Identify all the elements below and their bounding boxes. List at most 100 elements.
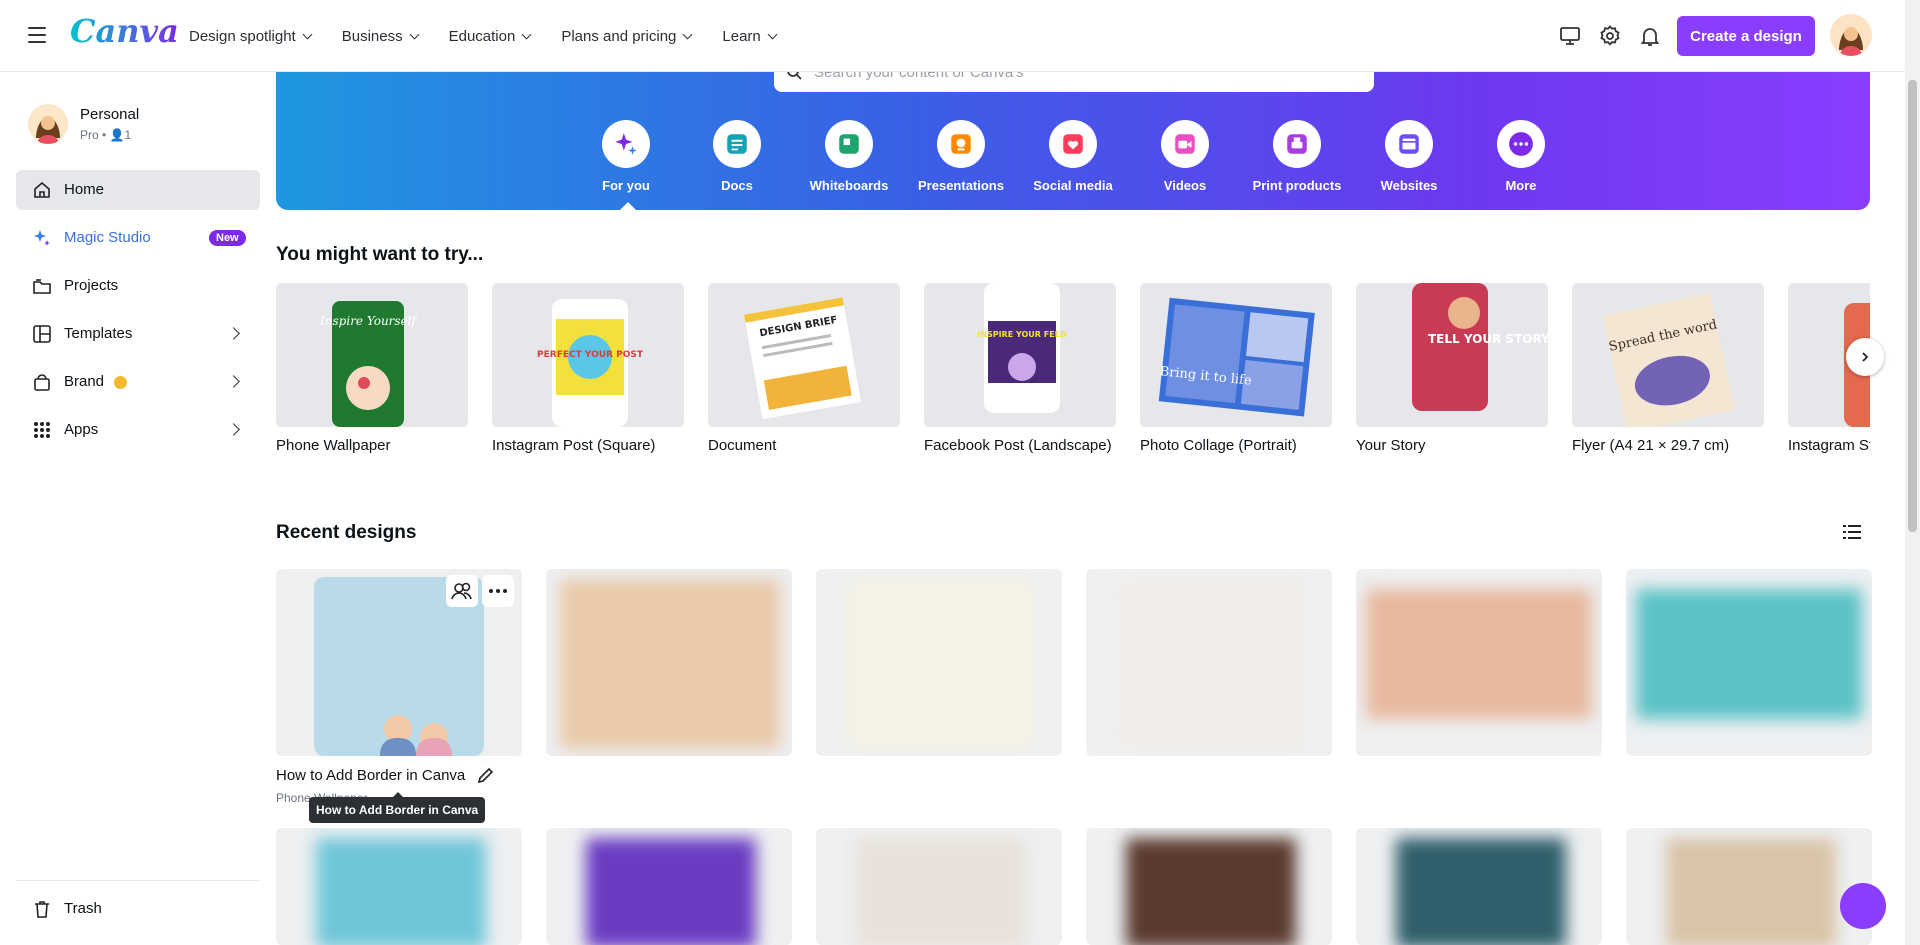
category-for-you[interactable]: For you	[570, 120, 682, 210]
carousel-next-button[interactable]	[1846, 338, 1884, 376]
account-avatar[interactable]	[28, 104, 68, 144]
printer-icon	[1287, 134, 1307, 154]
category-label: More	[1505, 178, 1537, 193]
try-card-flyer[interactable]: Spread the word Flyer (A4 21 × 29.7 cm)	[1572, 283, 1764, 454]
try-section-title: You might want to try...	[276, 244, 484, 265]
sidebar-item-brand[interactable]: Brand	[16, 362, 260, 402]
category-circle	[713, 120, 761, 168]
try-label: Document	[708, 437, 777, 454]
try-card-photo-collage[interactable]: Bring it to life Photo Collage (Portrait…	[1140, 283, 1332, 454]
recent-design-card[interactable]	[1626, 828, 1872, 945]
folder-icon	[33, 279, 51, 294]
recent-thumbnail	[546, 569, 792, 756]
category-whiteboards[interactable]: Whiteboards	[793, 120, 905, 193]
chevron-right-icon[interactable]	[227, 375, 240, 388]
home-icon	[34, 181, 50, 198]
category-circle	[1273, 120, 1321, 168]
sidebar-item-projects[interactable]: Projects	[16, 266, 260, 306]
category-videos[interactable]: Videos	[1129, 120, 1241, 193]
chevron-down-icon	[302, 29, 313, 39]
category-circle	[602, 120, 650, 168]
canva-logo[interactable]: Canva	[70, 12, 179, 50]
desktop-app-icon[interactable]	[1558, 24, 1582, 48]
menu-icon[interactable]	[26, 24, 48, 46]
sidebar-item-label: Magic Studio	[64, 229, 151, 246]
pencil-icon[interactable]	[476, 767, 494, 785]
more-dots-icon	[1509, 132, 1533, 156]
nav-business[interactable]: Business	[342, 28, 420, 45]
category-websites[interactable]: Websites	[1353, 120, 1465, 193]
category-label: For you	[602, 178, 650, 193]
recent-design-title[interactable]: How to Add Border in Canva	[276, 767, 465, 784]
share-collaborators-icon[interactable]	[446, 575, 478, 607]
try-card-document[interactable]: DESIGN BRIEF Document	[708, 283, 900, 454]
gear-icon[interactable]	[1598, 24, 1622, 48]
category-circle	[1497, 120, 1545, 168]
category-social-media[interactable]: Social media	[1017, 120, 1129, 193]
chevron-down-icon	[767, 29, 778, 39]
thumb-text: PERFECT YOUR POST	[537, 350, 644, 360]
recent-design-card[interactable]	[1626, 569, 1872, 756]
more-options-icon[interactable]	[482, 575, 514, 607]
category-presentations[interactable]: Presentations	[905, 120, 1017, 193]
sidebar-item-apps[interactable]: Apps	[16, 410, 260, 450]
sidebar-item-templates[interactable]: Templates	[16, 314, 260, 354]
create-design-button[interactable]: Create a design	[1677, 16, 1815, 56]
user-avatar[interactable]	[1830, 14, 1872, 56]
recent-design-card[interactable]	[276, 828, 522, 945]
heart-icon	[1063, 134, 1083, 154]
bell-icon[interactable]	[1638, 24, 1662, 48]
sidebar-item-home[interactable]: Home	[16, 170, 260, 210]
account-plan: Pro • 👤1	[80, 128, 132, 142]
nav-plans-pricing[interactable]: Plans and pricing	[561, 28, 693, 45]
category-label: Websites	[1380, 178, 1438, 193]
nav-learn[interactable]: Learn	[722, 28, 778, 45]
scrollbar-thumb[interactable]	[1908, 80, 1917, 532]
recent-design-card[interactable]	[1086, 569, 1332, 756]
list-view-icon[interactable]	[1843, 524, 1861, 540]
recent-design-card[interactable]	[276, 569, 522, 756]
recent-design-card[interactable]	[546, 569, 792, 756]
try-card-your-story[interactable]: TELL YOUR STORY Your Story	[1356, 283, 1548, 454]
try-card-phone-wallpaper[interactable]: Inspire Yourself Phone Wallpaper	[276, 283, 468, 454]
category-docs[interactable]: Docs	[681, 120, 793, 193]
try-thumbnail: Inspire Yourself	[276, 283, 468, 427]
chevron-down-icon	[409, 29, 420, 39]
category-label: Docs	[721, 178, 753, 193]
sidebar-item-label: Trash	[64, 900, 102, 917]
try-card-facebook-post[interactable]: INSPIRE YOUR FEED Facebook Post (Landsca…	[924, 283, 1116, 454]
category-label: Videos	[1163, 178, 1207, 193]
chevron-down-icon	[521, 29, 532, 39]
try-label: Instagram Post (Square)	[492, 437, 656, 454]
category-more[interactable]: More	[1465, 120, 1577, 193]
recent-design-card[interactable]	[546, 828, 792, 945]
category-print-products[interactable]: Print products	[1241, 120, 1353, 193]
sidebar-item-trash[interactable]: Trash	[16, 889, 260, 929]
main-nav: Design spotlight Business Education Plan…	[189, 0, 807, 72]
recent-design-card[interactable]	[1086, 828, 1332, 945]
recent-design-card[interactable]	[1356, 828, 1602, 945]
title-tooltip: How to Add Border in Canva	[309, 792, 486, 823]
try-card-instagram-post[interactable]: PERFECT YOUR POST Instagram Post (Square…	[492, 283, 684, 454]
chevron-down-icon	[682, 29, 693, 39]
recent-design-card[interactable]	[816, 828, 1062, 945]
crown-badge-icon	[114, 376, 127, 389]
recent-design-card[interactable]	[816, 569, 1062, 756]
docs-icon	[727, 134, 747, 154]
category-circle	[1049, 120, 1097, 168]
sidebar-item-magic-studio[interactable]: Magic Studio New	[16, 218, 260, 258]
category-circle	[1161, 120, 1209, 168]
chevron-right-icon[interactable]	[227, 327, 240, 340]
recent-design-card[interactable]	[1356, 569, 1602, 756]
sidebar-item-label: Brand	[64, 373, 105, 390]
nav-design-spotlight[interactable]: Design spotlight	[189, 28, 313, 45]
category-label: Whiteboards	[809, 178, 889, 193]
recent-thumbnail	[1626, 569, 1872, 756]
brand-icon	[34, 374, 50, 391]
nav-education[interactable]: Education	[449, 28, 532, 45]
chevron-right-icon[interactable]	[227, 423, 240, 436]
account-name[interactable]: Personal	[80, 106, 139, 123]
sidebar-item-label: Home	[64, 181, 105, 198]
try-thumbnail: Bring it to life	[1140, 283, 1332, 427]
help-button[interactable]	[1840, 883, 1886, 929]
